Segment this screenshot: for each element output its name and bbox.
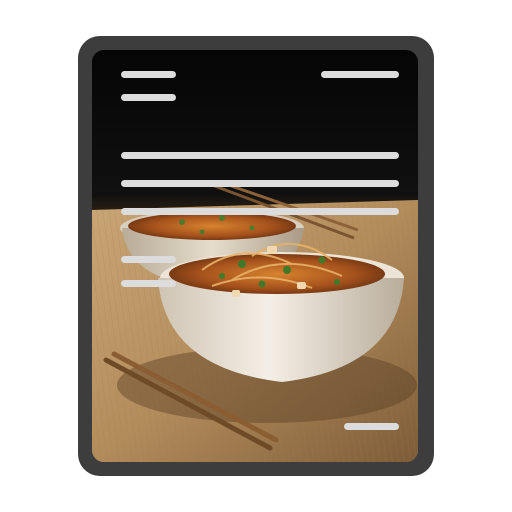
text-line [121,280,176,287]
text-line [321,71,399,78]
document-image-icon [0,0,512,512]
text-line [121,208,399,215]
text-line [121,180,399,187]
text-line [121,256,176,263]
text-line [121,152,399,159]
text-line [344,423,399,430]
text-line [121,94,176,101]
text-line [121,71,176,78]
